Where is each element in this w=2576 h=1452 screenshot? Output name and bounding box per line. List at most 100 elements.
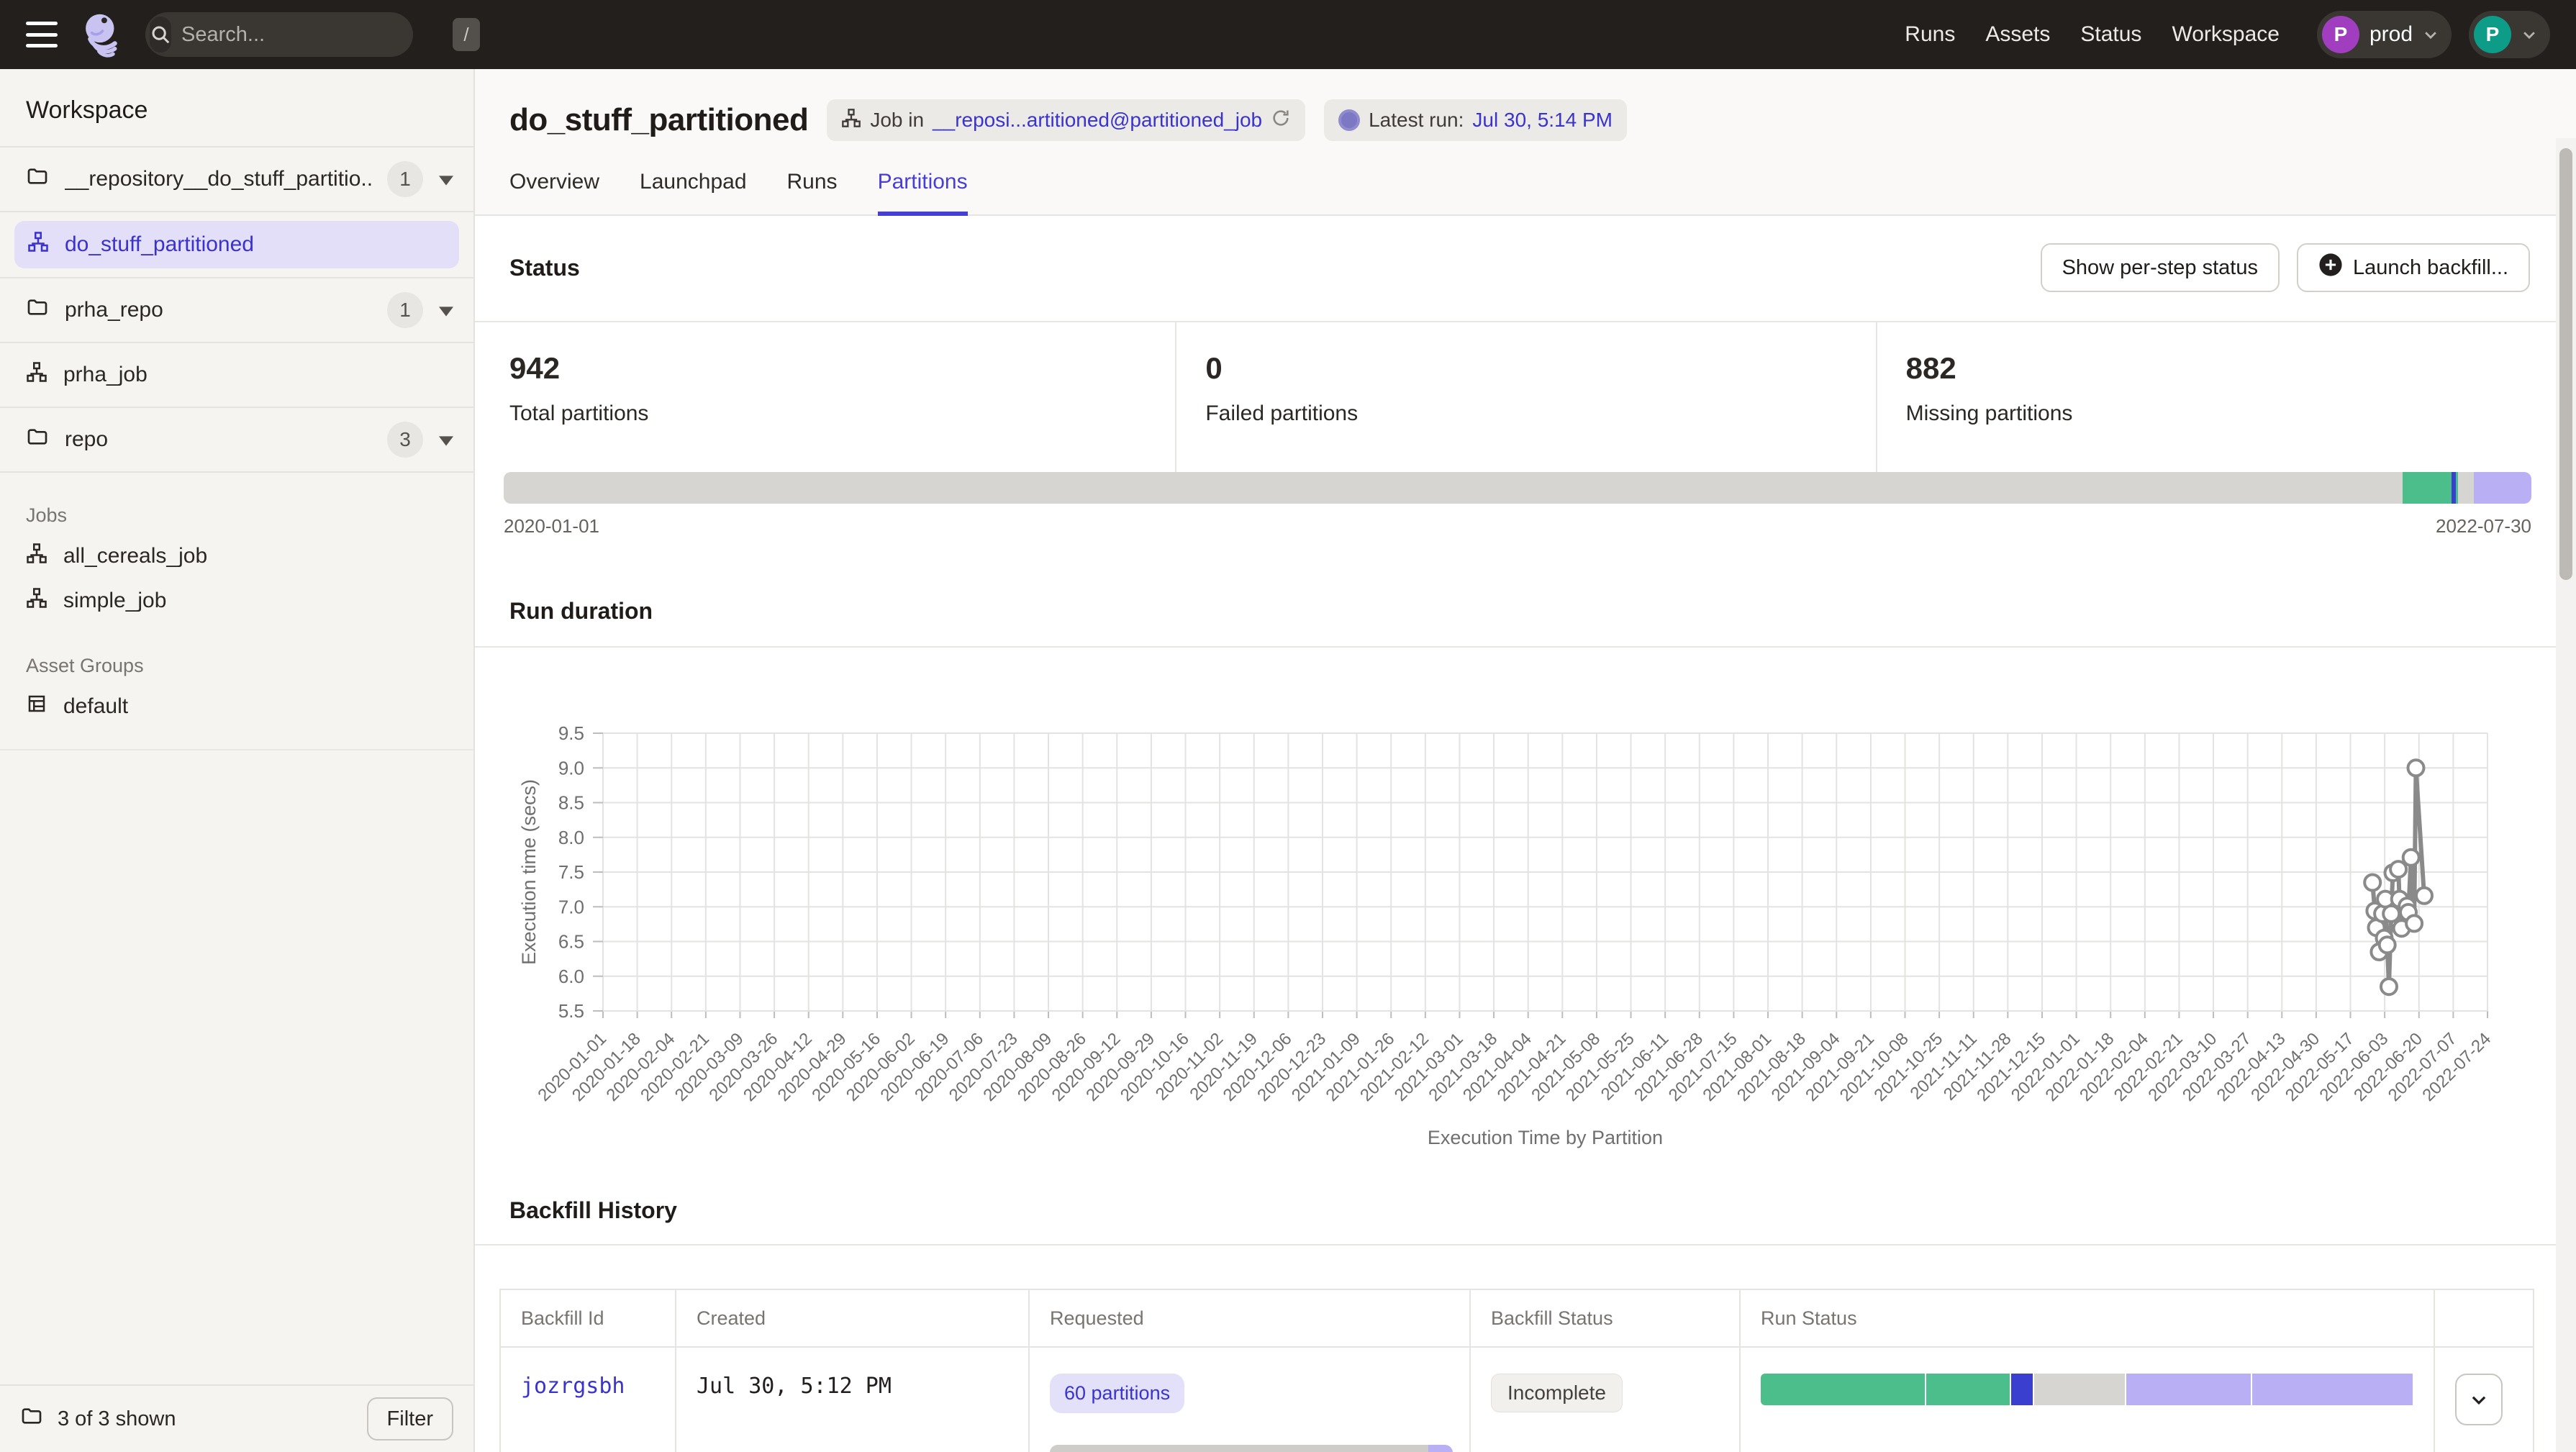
run-status-bar[interactable]: [1761, 1374, 2416, 1405]
folder-icon: [26, 296, 49, 325]
job-origin-link[interactable]: __reposi...artitioned@partitioned_job: [933, 109, 1262, 132]
column-header-backfill-status: Backfill Status: [1470, 1289, 1740, 1347]
expand-caret-icon[interactable]: [439, 298, 453, 322]
nav-assets[interactable]: Assets: [1985, 22, 2050, 47]
partition-range-end: 2022-07-30: [2436, 515, 2531, 537]
sidebar-item-default[interactable]: default: [0, 684, 473, 729]
execution-time-chart[interactable]: 2020-01-012020-01-182020-02-042020-02-21…: [475, 648, 2575, 1180]
svg-text:7.5: 7.5: [558, 861, 584, 883]
search-input[interactable]: [181, 23, 453, 47]
backfill-row: jozrgsbhJul 30, 5:12 PM60 partitions 202…: [500, 1347, 2534, 1452]
requested-range-bar: [1050, 1445, 1453, 1452]
latest-run-tag: Latest run: Jul 30, 5:14 PM: [1324, 99, 1627, 141]
svg-text:Execution Time by Partition: Execution Time by Partition: [1428, 1127, 1663, 1148]
sidebar-footer: 3 of 3 shown Filter: [0, 1384, 473, 1452]
bar-segment: [1050, 1445, 1428, 1452]
hamburger-menu-icon[interactable]: [26, 22, 58, 47]
run-status-dot-icon: [1338, 109, 1360, 131]
count-missing-partitions: 882Missing partitions: [1876, 322, 2576, 472]
folder-icon: [26, 425, 49, 454]
partition-status-bar-wrap: 2020-01-01 2022-07-30: [475, 472, 2576, 537]
user-menu[interactable]: P: [2469, 11, 2550, 58]
asset-group-icon: [26, 693, 47, 720]
job-icon: [26, 543, 47, 570]
refresh-icon[interactable]: [1271, 108, 1291, 133]
chevron-down-icon: [2423, 27, 2439, 42]
svg-text:9.0: 9.0: [558, 757, 584, 779]
partition-status-bar[interactable]: [504, 472, 2531, 504]
sidebar-item--repository-do-stuff-partitio-[interactable]: __repository__do_stuff_partitio...1: [0, 148, 473, 212]
top-nav: / Runs Assets Status Workspace P prod P: [0, 0, 2576, 69]
sidebar-item-all_cereals_job[interactable]: all_cereals_job: [0, 534, 473, 578]
chevron-down-icon: [2521, 27, 2537, 42]
main-content: do_stuff_partitioned Job in __reposi...a…: [475, 69, 2576, 1452]
backfill-history-section: Backfill History Backfill IdCreatedReque…: [475, 1197, 2576, 1452]
job-icon: [26, 361, 47, 389]
column-header-requested: Requested: [1029, 1289, 1470, 1347]
svg-text:8.0: 8.0: [558, 827, 584, 848]
workspace-sidebar: Workspace __repository__do_stuff_partiti…: [0, 69, 475, 1452]
status-heading: Status: [509, 255, 580, 281]
sidebar-section-asset-groups: Asset Groups: [0, 623, 473, 684]
sidebar-item-prha-job[interactable]: prha_job: [0, 343, 473, 408]
expand-caret-icon[interactable]: [439, 167, 453, 191]
folder-icon: [26, 165, 49, 194]
deployment-avatar: P: [2322, 16, 2359, 53]
launch-backfill-button[interactable]: Launch backfill...: [2297, 243, 2530, 292]
count-total-partitions: 942Total partitions: [475, 322, 1175, 472]
bar-segment: [1761, 1374, 1925, 1405]
filter-button[interactable]: Filter: [367, 1397, 453, 1440]
deployment-name: prod: [2369, 22, 2413, 47]
search-shortcut-badge: /: [453, 18, 480, 51]
tab-partitions[interactable]: Partitions: [878, 170, 968, 216]
user-avatar: P: [2474, 16, 2511, 53]
nav-status[interactable]: Status: [2080, 22, 2141, 47]
search-box[interactable]: /: [145, 12, 413, 57]
page-header: do_stuff_partitioned Job in __reposi...a…: [475, 69, 2576, 216]
sidebar-item-repo[interactable]: repo3: [0, 408, 473, 473]
bar-segment: [2010, 1374, 2033, 1405]
job-origin-tag: Job in __reposi...artitioned@partitioned…: [827, 99, 1305, 141]
bar-segment: [1428, 1445, 1453, 1452]
backfill-history-heading: Backfill History: [509, 1197, 677, 1223]
job-icon: [841, 108, 861, 133]
sidebar-title: Workspace: [0, 69, 473, 146]
backfill-created: Jul 30, 5:12 PM: [697, 1374, 892, 1399]
sidebar-item-do-stuff-partitioned[interactable]: do_stuff_partitioned: [14, 221, 459, 268]
scrollbar-thumb[interactable]: [2559, 148, 2572, 580]
expand-caret-icon[interactable]: [439, 427, 453, 452]
job-icon: [26, 587, 47, 614]
latest-run-link[interactable]: Jul 30, 5:14 PM: [1472, 109, 1613, 132]
backfill-id-link[interactable]: jozrgsbh: [521, 1374, 625, 1399]
nav-workspace[interactable]: Workspace: [2172, 22, 2280, 47]
job-icon: [27, 231, 49, 258]
job-origin-prefix: Job in: [870, 109, 924, 132]
bar-segment: [2458, 472, 2474, 504]
backfill-status-badge: Incomplete: [1491, 1374, 1623, 1412]
column-header-actions: [2434, 1289, 2534, 1347]
column-header-backfill-id: Backfill Id: [500, 1289, 676, 1347]
bar-segment: [2251, 1374, 2413, 1405]
repo-shown-count: 3 of 3 shown: [58, 1407, 176, 1431]
sidebar-item-simple_job[interactable]: simple_job: [0, 578, 473, 623]
scrollbar-track[interactable]: [2556, 138, 2576, 1452]
tab-runs[interactable]: Runs: [787, 170, 838, 216]
job-count-badge: 1: [387, 161, 423, 197]
requested-partitions-tag[interactable]: 60 partitions: [1050, 1374, 1184, 1413]
dagster-logo-icon[interactable]: [79, 12, 122, 58]
bar-segment: [2125, 1374, 2251, 1405]
bar-segment: [1925, 1374, 2010, 1405]
row-menu-button[interactable]: [2455, 1374, 2503, 1425]
show-per-step-status-button[interactable]: Show per-step status: [2041, 243, 2280, 292]
job-count-badge: 3: [387, 422, 423, 458]
partition-counts: 942Total partitions0Failed partitions882…: [475, 321, 2576, 472]
tab-launchpad[interactable]: Launchpad: [640, 170, 746, 216]
nav-runs[interactable]: Runs: [1905, 22, 1955, 47]
plus-circle-icon: [2318, 253, 2343, 283]
tab-bar: Overview Launchpad Runs Partitions: [509, 170, 2530, 214]
deployment-switcher[interactable]: P prod: [2317, 11, 2452, 58]
sidebar-item-prha-repo[interactable]: prha_repo1: [0, 278, 473, 343]
search-icon: [150, 17, 171, 53]
tab-overview[interactable]: Overview: [509, 170, 599, 216]
job-count-badge: 1: [387, 292, 423, 328]
